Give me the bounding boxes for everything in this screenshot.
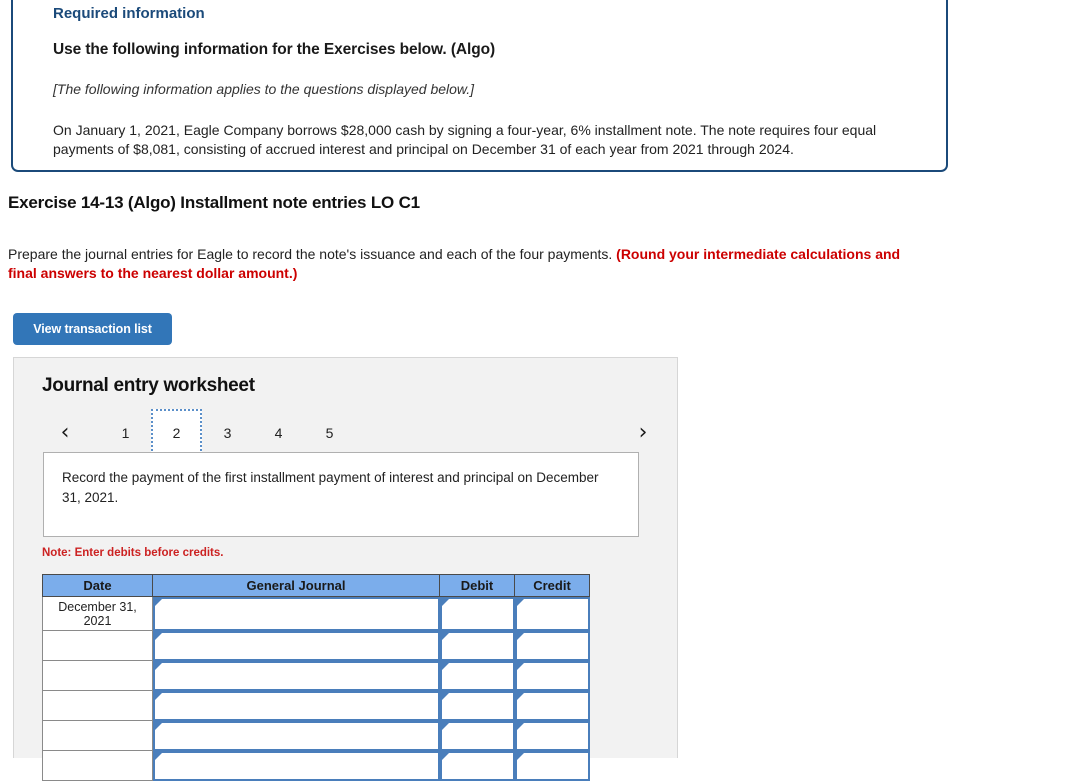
worksheet-description-text: Record the payment of the first installm… (62, 470, 599, 505)
cell-credit-6[interactable] (514, 750, 590, 781)
account-select-1[interactable] (153, 597, 440, 631)
cell-credit-3[interactable] (514, 660, 590, 691)
table-row (42, 630, 590, 661)
cell-general-journal-1[interactable] (152, 596, 440, 631)
column-header-general-journal: General Journal (152, 574, 440, 597)
cell-date-1[interactable]: December 31, 2021 (42, 596, 153, 631)
cell-date-4[interactable] (42, 690, 153, 721)
worksheet-title: Journal entry worksheet (42, 375, 255, 396)
worksheet-tab-3[interactable]: 3 (202, 413, 253, 453)
cell-credit-2[interactable] (514, 630, 590, 661)
cell-date-5[interactable] (42, 720, 153, 751)
worksheet-tab-4[interactable]: 4 (253, 413, 304, 453)
table-row (42, 660, 590, 691)
worksheet-tab-2[interactable]: 2 (151, 408, 202, 455)
cell-date-6[interactable] (42, 750, 153, 781)
column-header-debit: Debit (439, 574, 515, 597)
account-select-2[interactable] (153, 630, 440, 661)
table-row (42, 720, 590, 751)
worksheet-tab-5[interactable]: 5 (304, 413, 355, 453)
required-information-label: Required information (53, 5, 205, 22)
view-transaction-list-button[interactable]: View transaction list (13, 313, 172, 345)
cell-general-journal-6[interactable] (152, 750, 440, 781)
cell-debit-4[interactable] (439, 690, 515, 721)
required-information-panel: Required information Use the following i… (11, 0, 948, 172)
page-title: Exercise 14-13 (Algo) Installment note e… (8, 193, 420, 212)
cell-date-3[interactable] (42, 660, 153, 691)
credit-input-5[interactable] (514, 720, 590, 751)
cell-credit-1[interactable] (514, 596, 590, 631)
debit-input-2[interactable] (439, 630, 515, 661)
scenario-text: On January 1, 2021, Eagle Company borrow… (53, 122, 877, 157)
table-row: December 31, 2021 (42, 596, 590, 631)
credit-input-3[interactable] (514, 660, 590, 691)
instructions-text: Prepare the journal entries for Eagle to… (8, 245, 908, 283)
credit-input-2[interactable] (514, 630, 590, 661)
cell-debit-1[interactable] (439, 596, 515, 631)
column-header-date: Date (42, 574, 153, 597)
credit-input-4[interactable] (514, 690, 590, 721)
worksheet-pager: ‹ 1 2 3 4 5 › (40, 408, 654, 455)
cell-general-journal-5[interactable] (152, 720, 440, 751)
cell-general-journal-3[interactable] (152, 660, 440, 691)
required-information-heading: Use the following information for the Ex… (53, 41, 496, 58)
instructions-plain: Prepare the journal entries for Eagle to… (8, 246, 617, 262)
debit-input-4[interactable] (439, 690, 515, 721)
debit-input-1[interactable] (439, 597, 515, 631)
cell-date-2[interactable] (42, 630, 153, 661)
applies-below-note: [The following information applies to th… (53, 81, 475, 97)
worksheet-description-box: Record the payment of the first installm… (43, 452, 639, 537)
cell-general-journal-4[interactable] (152, 690, 440, 721)
table-row (42, 690, 590, 721)
cell-debit-5[interactable] (439, 720, 515, 751)
journal-entry-table: Date General Journal Debit Credit Decemb… (42, 574, 590, 781)
cell-credit-4[interactable] (514, 690, 590, 721)
account-select-5[interactable] (153, 720, 440, 751)
chevron-left-icon[interactable]: ‹ (54, 420, 76, 446)
cell-debit-3[interactable] (439, 660, 515, 691)
table-row (42, 750, 590, 781)
cell-debit-2[interactable] (439, 630, 515, 661)
account-select-6[interactable] (153, 750, 440, 781)
worksheet-tab-1[interactable]: 1 (100, 413, 151, 453)
account-select-4[interactable] (153, 690, 440, 721)
cell-credit-5[interactable] (514, 720, 590, 751)
worksheet-pager-tabs: 1 2 3 4 5 (100, 408, 355, 455)
debit-input-6[interactable] (439, 750, 515, 781)
debits-before-credits-note: Note: Enter debits before credits. (42, 547, 224, 559)
journal-entry-worksheet-panel: Journal entry worksheet ‹ 1 2 3 4 5 › Re… (13, 357, 678, 781)
credit-input-6[interactable] (514, 750, 590, 781)
account-select-3[interactable] (153, 660, 440, 691)
column-header-credit: Credit (514, 574, 590, 597)
debit-input-5[interactable] (439, 720, 515, 751)
credit-input-1[interactable] (514, 597, 590, 631)
cell-general-journal-2[interactable] (152, 630, 440, 661)
cell-debit-6[interactable] (439, 750, 515, 781)
chevron-right-icon[interactable]: › (632, 420, 654, 446)
table-header-row: Date General Journal Debit Credit (42, 574, 590, 597)
debit-input-3[interactable] (439, 660, 515, 691)
